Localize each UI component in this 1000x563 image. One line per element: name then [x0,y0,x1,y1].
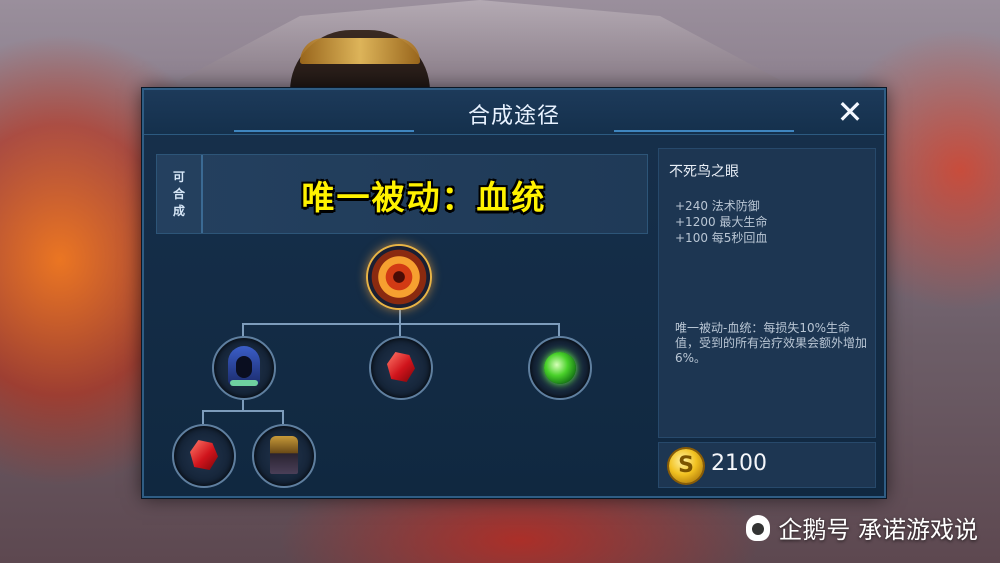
passive-caption: 唯一被动：血统 [301,178,547,217]
item-stat: +100 每5秒回血 [675,231,768,245]
title-decoration [614,130,794,132]
armor-icon[interactable] [252,424,316,488]
green-orb-icon[interactable] [528,336,592,400]
tree-connector [399,323,401,337]
red-gem-shape [190,440,218,470]
armor-shape [270,436,298,474]
hood-opening [236,356,252,378]
tree-connector [558,323,560,337]
watermark-text: 企鹅号 承诺游戏说 [778,516,978,544]
title-bar: 合成途径 ✕ [144,90,884,135]
tree-connector [399,310,401,324]
tree-connector [242,323,244,337]
tree-connector [242,323,560,325]
tree-connector [282,410,284,424]
item-info-panel: 不死鸟之眼 +240 法术防御 +1200 最大生命 +100 每5秒回血 唯一… [658,148,876,438]
title-decoration [234,130,414,132]
watermark: 企鹅号 承诺游戏说 [746,510,978,545]
hood-trim [230,380,258,386]
item-stat: +240 法术防御 [675,199,760,213]
gold-coin-icon: S [669,449,703,483]
price-box: S 2100 [658,442,876,488]
item-stat: +1200 最大生命 [675,215,768,229]
passive-banner: 可 合 成 唯一被动：血统 [156,154,648,234]
hero-crown [300,38,420,64]
synthesis-dialog: 合成途径 ✕ 可 合 成 唯一被动：血统 不死鸟之眼 +240 法术防御 +12… [142,88,886,498]
item-price: 2100 [711,451,767,476]
hood-cloak-icon[interactable] [212,336,276,400]
red-gem-icon[interactable] [172,424,236,488]
tree-connector [202,410,284,412]
tree-connector [242,400,244,410]
green-orb-shape [544,352,576,384]
dialog-title: 合成途径 [467,104,560,129]
penguin-icon [746,514,771,541]
phoenix-eye-icon[interactable] [366,244,432,310]
synthesizable-label: 可 合 成 [157,155,203,233]
synthesizable-char: 可 [172,169,185,184]
synthesizable-char: 成 [172,203,185,218]
synthesizable-char: 合 [172,186,185,201]
close-button[interactable]: ✕ [832,94,868,130]
background-scene [180,0,780,80]
item-passive-description: 唯一被动-血统：每损失10%生命值，受到的所有治疗效果会额外增加6%。 [675,321,868,365]
red-gem-shape [387,352,415,382]
tree-connector [202,410,204,424]
item-name: 不死鸟之眼 [669,164,739,180]
red-gem-icon[interactable] [369,336,433,400]
